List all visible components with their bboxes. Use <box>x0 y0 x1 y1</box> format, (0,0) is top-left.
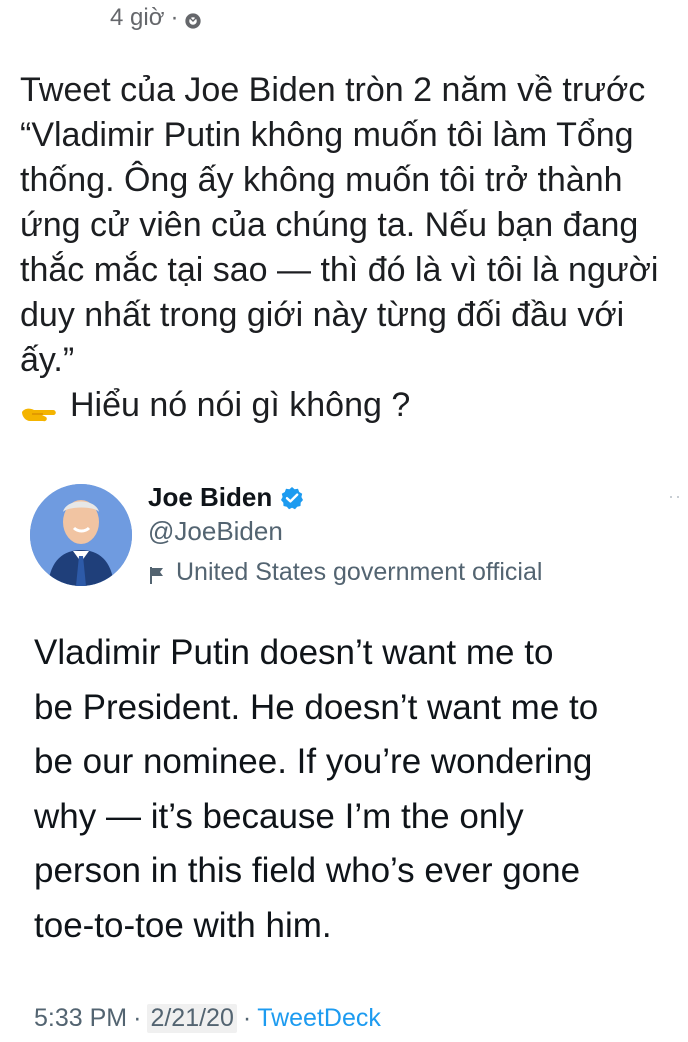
meta-separator: · <box>170 4 179 31</box>
post-caption: Tweet của Joe Biden tròn 2 năm về trước … <box>20 68 688 428</box>
footer-separator: · <box>133 1004 142 1032</box>
verified-badge-icon <box>280 486 304 510</box>
tweet-line: Vladimir Putin doesn’t want me to <box>34 633 554 672</box>
author-handle[interactable]: @JoeBiden <box>148 516 283 547</box>
facebook-post: 4 giờ · Tweet của Joe Biden tròn 2 năm v… <box>0 0 688 1042</box>
tweet-line: be our nominee. If you’re wondering <box>34 742 593 781</box>
tweet-text: Vladimir Putin doesn’t want me to be Pre… <box>34 626 688 953</box>
tweet-line: toe-to-toe with him. <box>34 905 332 945</box>
caption-line: ứng cử viên của chúng ta. Nếu bạn đang <box>20 206 639 244</box>
tweet-footer: 5:33 PM · 2/21/20 · TweetDeck <box>34 1004 381 1033</box>
embedded-tweet[interactable]: Joe Biden @JoeBiden United States govern… <box>0 470 688 1042</box>
pointing-hand-icon <box>20 393 60 421</box>
caption-line: thắc mắc tại sao — thì đó là vì tôi là n… <box>20 251 659 289</box>
globe-icon[interactable] <box>184 9 202 29</box>
caption-question: Hiểu nó nói gì không ? <box>70 386 411 424</box>
government-label-text: United States government official <box>176 558 543 586</box>
tweet-line: be President. He doesn’t want me to <box>34 687 599 727</box>
more-options-icon[interactable]: ·· <box>668 486 682 507</box>
caption-point-line: Hiểu nó nói gì không ? <box>20 383 688 428</box>
caption-line: Tweet của Joe Biden tròn 2 năm về trước <box>20 71 646 109</box>
caption-line: duy nhất trong giới này từng đối đầu với <box>20 296 625 334</box>
tweet-time[interactable]: 5:33 PM <box>34 1004 127 1033</box>
tweet-line: why — it’s because I’m the only <box>34 796 524 836</box>
tweet-source[interactable]: TweetDeck <box>257 1004 381 1033</box>
government-label[interactable]: United States government official <box>148 558 542 587</box>
tweet-line: person in this field who’s ever gone <box>34 851 581 890</box>
caption-line: “Vladimir Putin không muốn tôi làm Tổng <box>20 116 634 154</box>
caption-line: thống. Ông ấy không muốn tôi trở thành <box>20 161 623 199</box>
tweet-date[interactable]: 2/21/20 <box>147 1004 237 1033</box>
flag-icon <box>148 563 166 584</box>
caption-line: ấy.” <box>20 341 75 379</box>
author-name[interactable]: Joe Biden <box>148 482 272 513</box>
avatar[interactable] <box>30 484 132 586</box>
post-time[interactable]: 4 giờ <box>110 4 164 32</box>
author-name-row: Joe Biden <box>148 482 304 513</box>
post-meta: 4 giờ · <box>110 4 202 32</box>
footer-separator: · <box>242 1004 252 1032</box>
